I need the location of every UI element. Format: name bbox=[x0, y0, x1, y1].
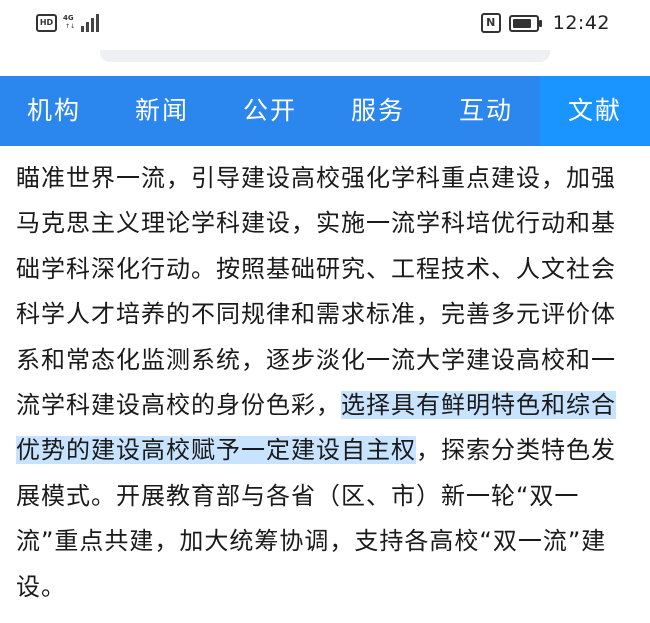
nav-item-institutions[interactable]: 机构 bbox=[0, 76, 108, 146]
battery-level-fill bbox=[512, 18, 531, 28]
nav-item-interaction[interactable]: 互动 bbox=[432, 76, 540, 146]
nfc-icon: N bbox=[480, 13, 501, 33]
nav-item-documents[interactable]: 文献 bbox=[540, 76, 650, 146]
article-paragraph: 瞄准世界一流，引导建设高校强化学科重点建设，加强马克思主义理论学科建设，实施一流… bbox=[16, 156, 636, 610]
signal-strength-icon bbox=[81, 14, 99, 32]
nav-item-public[interactable]: 公开 bbox=[216, 76, 324, 146]
status-right-group: N 12:42 bbox=[480, 12, 610, 34]
nav-item-news[interactable]: 新闻 bbox=[108, 76, 216, 146]
status-left-group: HD 4G ↑↓ bbox=[36, 14, 99, 32]
status-bar: HD 4G ↑↓ N 12:42 bbox=[0, 0, 650, 50]
hd-voice-icon: HD bbox=[36, 14, 57, 32]
status-clock: 12:42 bbox=[552, 12, 610, 34]
nav-item-services[interactable]: 服务 bbox=[324, 76, 432, 146]
top-nav-bar: 机构 新闻 公开 服务 互动 文献 bbox=[0, 76, 650, 146]
browser-address-strip[interactable] bbox=[100, 50, 550, 62]
network-type-icon: 4G ↑↓ bbox=[63, 14, 75, 32]
network-activity-label: ↑↓ bbox=[65, 23, 76, 30]
network-type-label: 4G bbox=[63, 14, 74, 22]
article-text-before: 瞄准世界一流，引导建设高校强化学科重点建设，加强马克思主义理论学科建设，实施一流… bbox=[16, 164, 616, 420]
battery-icon bbox=[508, 14, 542, 32]
